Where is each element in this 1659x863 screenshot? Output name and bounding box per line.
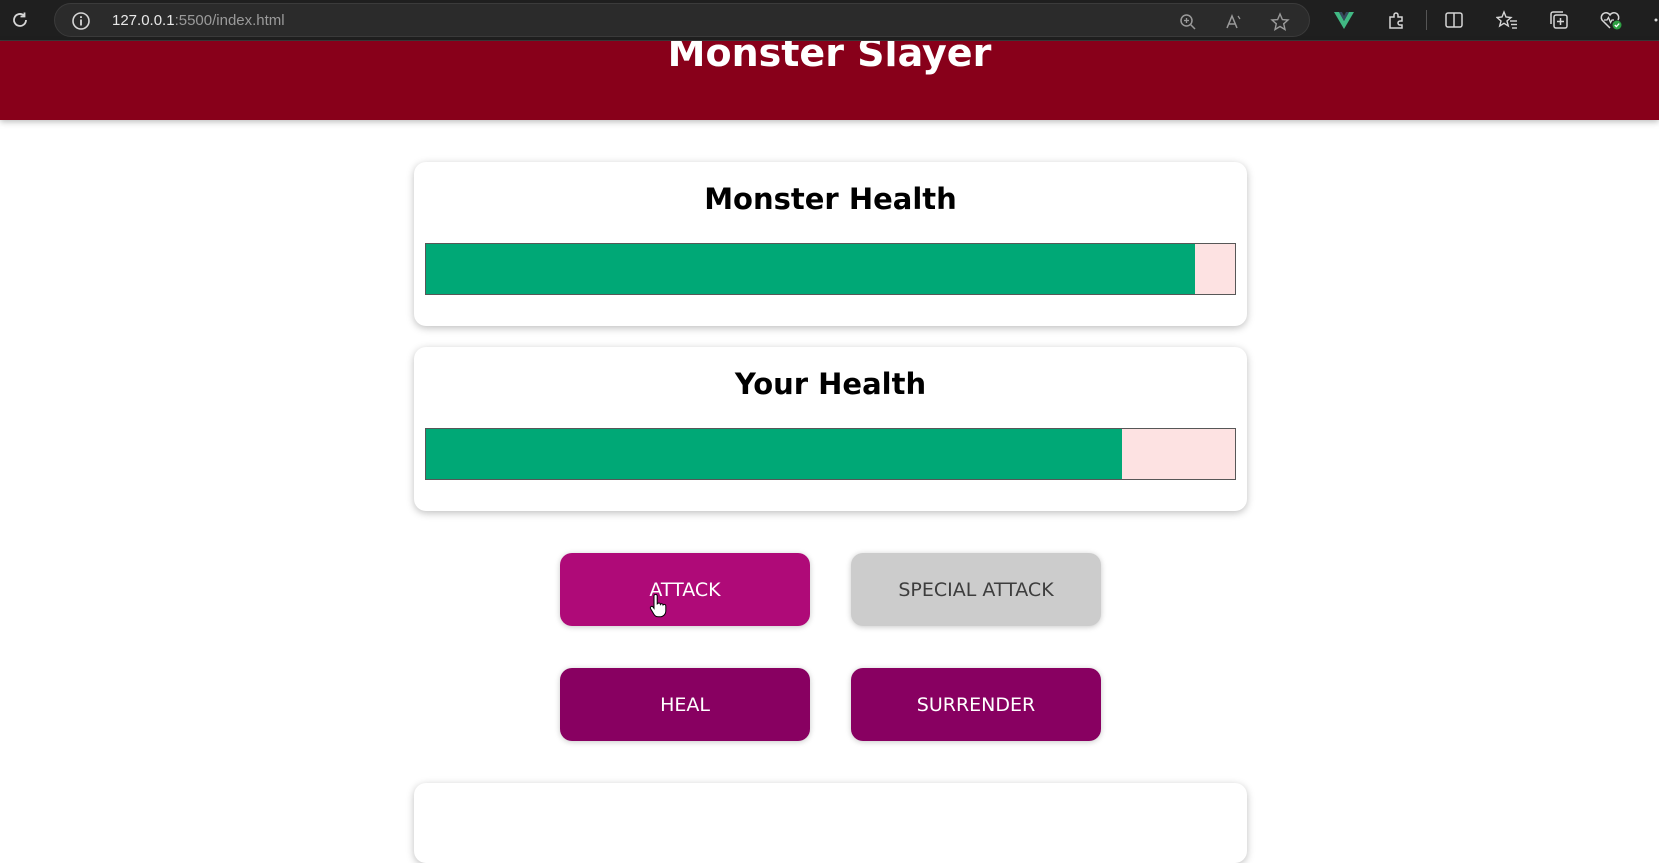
reload-button[interactable] bbox=[6, 6, 34, 34]
monster-health-card: Monster Health bbox=[414, 162, 1247, 326]
url-path: :5500/index.html bbox=[174, 12, 285, 29]
battle-log-card bbox=[414, 783, 1247, 863]
favorite-star-icon[interactable] bbox=[1269, 11, 1291, 33]
special-attack-button[interactable]: SPECIAL ATTACK bbox=[851, 553, 1101, 626]
surrender-button[interactable]: SURRENDER bbox=[851, 668, 1101, 741]
extensions-icon[interactable] bbox=[1384, 7, 1410, 33]
url-host: 127.0.0.1 bbox=[112, 12, 175, 29]
reload-icon bbox=[13, 12, 27, 27]
browser-toolbar: 127.0.0.1:5500/index.html bbox=[0, 0, 1659, 41]
heal-button[interactable]: HEAL bbox=[560, 668, 810, 741]
vue-devtools-icon[interactable] bbox=[1331, 7, 1357, 33]
toolbar-separator bbox=[1426, 10, 1427, 30]
player-health-fill bbox=[426, 429, 1122, 479]
player-health-title: Your Health bbox=[734, 367, 927, 401]
monster-health-title: Monster Health bbox=[704, 182, 957, 216]
zoom-icon[interactable] bbox=[1177, 11, 1199, 33]
app-title: Monster Slayer bbox=[667, 41, 992, 75]
url-text[interactable]: 127.0.0.1:5500/index.html bbox=[112, 12, 285, 30]
browser-essentials-icon[interactable] bbox=[1598, 7, 1624, 33]
monster-health-bar bbox=[425, 243, 1236, 295]
monster-health-fill bbox=[426, 244, 1195, 294]
site-info-icon[interactable] bbox=[71, 11, 91, 31]
favorites-icon[interactable] bbox=[1494, 7, 1520, 33]
player-health-card: Your Health bbox=[414, 347, 1247, 511]
collections-icon[interactable] bbox=[1546, 7, 1572, 33]
player-health-bar bbox=[425, 428, 1236, 480]
more-menu-icon[interactable] bbox=[1648, 7, 1659, 33]
address-bar[interactable]: 127.0.0.1:5500/index.html bbox=[54, 3, 1310, 37]
split-screen-icon[interactable] bbox=[1441, 7, 1467, 33]
attack-button[interactable]: ATTACK bbox=[560, 553, 810, 626]
hand-pointer-icon bbox=[649, 594, 667, 618]
read-aloud-icon[interactable] bbox=[1223, 11, 1245, 33]
app-header: Monster Slayer bbox=[0, 41, 1659, 120]
